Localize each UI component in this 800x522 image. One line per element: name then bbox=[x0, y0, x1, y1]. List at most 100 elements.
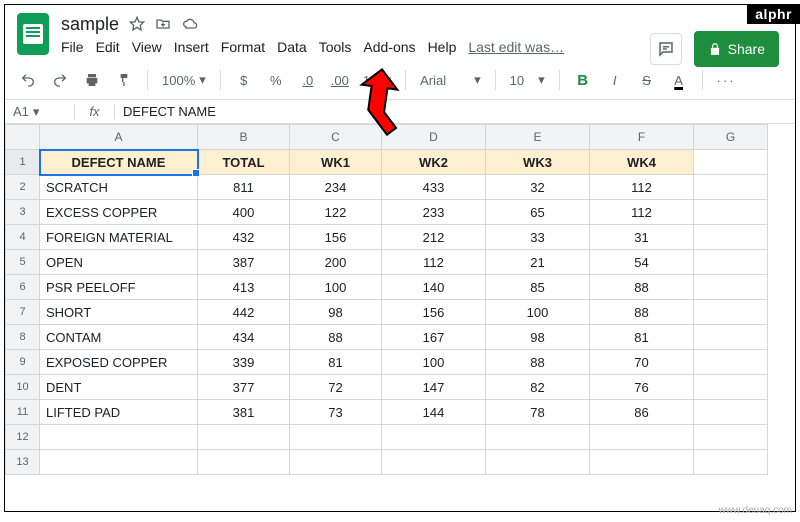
cell[interactable]: 85 bbox=[486, 275, 590, 300]
cell[interactable] bbox=[590, 450, 694, 475]
increase-decimal-button[interactable]: .00 bbox=[327, 67, 353, 93]
cell[interactable]: 70 bbox=[590, 350, 694, 375]
row-header[interactable]: 6 bbox=[6, 275, 40, 300]
name-box[interactable]: A1▾ bbox=[5, 104, 75, 120]
cell[interactable]: 112 bbox=[590, 200, 694, 225]
more-toolbar-button[interactable]: ··· bbox=[713, 67, 740, 93]
last-edit-link[interactable]: Last edit was… bbox=[468, 39, 564, 55]
cell[interactable] bbox=[198, 450, 290, 475]
cell[interactable]: 234 bbox=[290, 175, 382, 200]
row-header[interactable]: 7 bbox=[6, 300, 40, 325]
row-header[interactable]: 5 bbox=[6, 250, 40, 275]
cell[interactable] bbox=[694, 425, 768, 450]
row-header[interactable]: 9 bbox=[6, 350, 40, 375]
menu-view[interactable]: View bbox=[132, 39, 162, 55]
cell[interactable] bbox=[198, 425, 290, 450]
cell[interactable]: 167 bbox=[382, 325, 486, 350]
col-header[interactable]: G bbox=[694, 125, 768, 150]
share-button[interactable]: Share bbox=[694, 31, 779, 67]
cell[interactable] bbox=[694, 375, 768, 400]
cell[interactable]: 381 bbox=[198, 400, 290, 425]
cell[interactable] bbox=[694, 300, 768, 325]
cell[interactable] bbox=[382, 425, 486, 450]
cell[interactable] bbox=[694, 175, 768, 200]
col-header[interactable]: C bbox=[290, 125, 382, 150]
cell[interactable]: 33 bbox=[486, 225, 590, 250]
cell[interactable]: 112 bbox=[382, 250, 486, 275]
col-header[interactable]: F bbox=[590, 125, 694, 150]
formula-bar[interactable]: DEFECT NAME bbox=[115, 104, 216, 119]
redo-button[interactable] bbox=[47, 67, 73, 93]
cell[interactable]: 144 bbox=[382, 400, 486, 425]
menu-data[interactable]: Data bbox=[277, 39, 307, 55]
row-header[interactable]: 3 bbox=[6, 200, 40, 225]
cell[interactable]: 811 bbox=[198, 175, 290, 200]
cell[interactable] bbox=[694, 250, 768, 275]
move-icon[interactable] bbox=[155, 16, 171, 32]
row-header[interactable]: 11 bbox=[6, 400, 40, 425]
row-header[interactable]: 8 bbox=[6, 325, 40, 350]
comments-button[interactable] bbox=[650, 33, 682, 65]
cell[interactable]: SCRATCH bbox=[40, 175, 198, 200]
row-header[interactable]: 1 bbox=[6, 150, 40, 175]
paint-format-button[interactable] bbox=[111, 67, 137, 93]
cell[interactable] bbox=[694, 200, 768, 225]
cloud-saved-icon[interactable] bbox=[181, 16, 199, 32]
cell[interactable]: 78 bbox=[486, 400, 590, 425]
cell[interactable]: 400 bbox=[198, 200, 290, 225]
cell[interactable] bbox=[290, 450, 382, 475]
cell[interactable]: 86 bbox=[590, 400, 694, 425]
cell[interactable]: 442 bbox=[198, 300, 290, 325]
cell[interactable]: DEFECT NAME bbox=[40, 150, 198, 175]
cell[interactable] bbox=[486, 450, 590, 475]
cell[interactable]: 100 bbox=[382, 350, 486, 375]
col-header[interactable]: B bbox=[198, 125, 290, 150]
menu-insert[interactable]: Insert bbox=[174, 39, 209, 55]
cell[interactable]: 65 bbox=[486, 200, 590, 225]
cell[interactable] bbox=[486, 425, 590, 450]
cell[interactable]: 88 bbox=[290, 325, 382, 350]
cell[interactable]: 156 bbox=[290, 225, 382, 250]
cell[interactable]: 82 bbox=[486, 375, 590, 400]
cell[interactable]: 147 bbox=[382, 375, 486, 400]
cell[interactable]: 73 bbox=[290, 400, 382, 425]
select-all-corner[interactable] bbox=[6, 125, 40, 150]
number-format-dropdown[interactable]: 123▾ bbox=[359, 67, 395, 93]
menu-tools[interactable]: Tools bbox=[319, 39, 352, 55]
cell[interactable]: 212 bbox=[382, 225, 486, 250]
menu-addons[interactable]: Add-ons bbox=[363, 39, 415, 55]
menu-help[interactable]: Help bbox=[428, 39, 457, 55]
cell[interactable]: 98 bbox=[290, 300, 382, 325]
doc-title[interactable]: sample bbox=[61, 14, 119, 35]
font-size-dropdown[interactable]: 10▾ bbox=[506, 67, 549, 93]
cell[interactable]: DENT bbox=[40, 375, 198, 400]
cell[interactable]: LIFTED PAD bbox=[40, 400, 198, 425]
print-button[interactable] bbox=[79, 67, 105, 93]
col-header[interactable]: E bbox=[486, 125, 590, 150]
menu-format[interactable]: Format bbox=[221, 39, 265, 55]
row-header[interactable]: 12 bbox=[6, 425, 40, 450]
cell[interactable]: 81 bbox=[290, 350, 382, 375]
cell[interactable] bbox=[694, 150, 768, 175]
cell[interactable] bbox=[694, 325, 768, 350]
cell[interactable]: 88 bbox=[590, 300, 694, 325]
bold-button[interactable]: B bbox=[570, 67, 596, 93]
cell[interactable] bbox=[694, 450, 768, 475]
cell[interactable] bbox=[694, 400, 768, 425]
cell[interactable]: SHORT bbox=[40, 300, 198, 325]
cell[interactable]: 200 bbox=[290, 250, 382, 275]
cell[interactable]: 140 bbox=[382, 275, 486, 300]
cell[interactable]: 433 bbox=[382, 175, 486, 200]
col-header[interactable]: D bbox=[382, 125, 486, 150]
strikethrough-button[interactable]: S bbox=[634, 67, 660, 93]
menu-edit[interactable]: Edit bbox=[96, 39, 120, 55]
cell[interactable]: CONTAM bbox=[40, 325, 198, 350]
cell[interactable]: 54 bbox=[590, 250, 694, 275]
cell[interactable] bbox=[382, 450, 486, 475]
cell[interactable]: 32 bbox=[486, 175, 590, 200]
cell[interactable]: PSR PEELOFF bbox=[40, 275, 198, 300]
cell[interactable]: 156 bbox=[382, 300, 486, 325]
cell[interactable]: 31 bbox=[590, 225, 694, 250]
menu-file[interactable]: File bbox=[61, 39, 84, 55]
cell[interactable] bbox=[590, 425, 694, 450]
